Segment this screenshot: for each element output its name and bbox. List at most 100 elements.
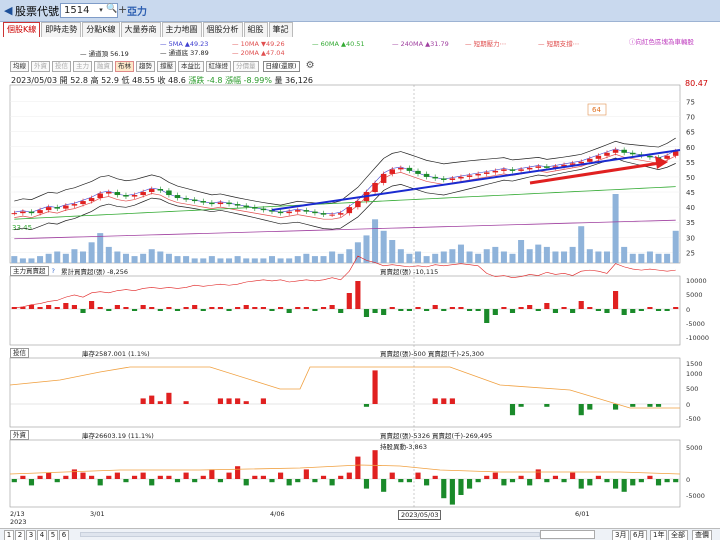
panel-select-main-force[interactable]: 主力買賣超	[10, 265, 49, 276]
main-force-bar	[398, 309, 404, 311]
page-1[interactable]: 1	[4, 530, 14, 540]
volume-bar	[243, 258, 250, 263]
panel-header-foreign: 外資 庫存26603.19 (11.1%) 買賣超(張)-5326 買賣超(千)…	[10, 429, 492, 440]
main-force-bar	[587, 307, 593, 309]
price-tick: 70	[686, 114, 695, 122]
candle-body	[106, 192, 112, 194]
main-force-bar	[570, 309, 576, 313]
main-force-bar	[338, 309, 344, 313]
trust-bar	[578, 404, 584, 416]
candle-body	[63, 205, 69, 209]
volume-bar	[432, 253, 439, 263]
main-force-bar	[527, 305, 533, 309]
scroll-thumb[interactable]	[540, 530, 595, 539]
main-force-bar	[363, 309, 370, 317]
panel1-cum: 累計買賣超(張) -8,256	[60, 267, 129, 276]
volume-bar	[664, 253, 671, 263]
volume-bar	[19, 258, 26, 263]
page-6[interactable]: 6	[59, 530, 69, 540]
candle-body	[449, 178, 456, 180]
foreign-bar	[269, 479, 275, 483]
foreign-bar	[518, 475, 524, 479]
page-3[interactable]: 3	[26, 530, 36, 540]
price-label-left: 33.45	[12, 224, 32, 232]
panel-tick: 5000	[686, 444, 703, 452]
main-force-bar	[252, 307, 258, 309]
foreign-bar	[673, 479, 679, 483]
foreign-bar	[286, 479, 292, 486]
volume-bar	[28, 258, 35, 263]
foreign-bar	[80, 472, 86, 479]
trust-bar	[587, 404, 593, 410]
candle-body	[140, 192, 146, 196]
main-force-bar	[54, 307, 60, 309]
volume-bar	[578, 226, 585, 263]
main-force-bar	[71, 305, 77, 309]
main-force-bar	[655, 309, 662, 311]
candle-body	[28, 211, 35, 214]
foreign-bar	[329, 479, 335, 486]
foreign-bar	[578, 479, 584, 489]
volume-bar	[457, 244, 464, 263]
candle-body	[398, 167, 404, 170]
main-force-bar	[11, 307, 17, 309]
volume-bar	[268, 256, 275, 263]
main-force-bar	[638, 309, 644, 311]
panel-select-foreign[interactable]: 外資	[10, 429, 29, 440]
volume-bar	[569, 246, 576, 263]
foreign-bar	[89, 475, 95, 479]
candle-body	[131, 195, 138, 197]
trust-bar	[630, 404, 636, 407]
main-force-bar	[157, 309, 163, 311]
trust-bar	[217, 398, 224, 404]
foreign-bar	[363, 479, 370, 489]
foreign-bar	[226, 472, 232, 479]
volume-bar	[380, 230, 387, 263]
x-label-0: 2/13	[10, 510, 25, 518]
foreign-bar	[655, 479, 662, 486]
candle-body	[604, 152, 610, 156]
foreign-bar	[509, 479, 516, 483]
candle-body	[535, 166, 542, 168]
foreign-bar	[604, 479, 610, 483]
candle-body	[157, 188, 164, 191]
foreign-bar	[54, 479, 60, 483]
volume-bar	[518, 240, 525, 263]
foreign-bar	[149, 479, 155, 486]
volume-bar	[260, 258, 267, 263]
candle-body	[166, 190, 172, 196]
volume-bar	[543, 246, 550, 263]
panel-select-trust[interactable]: 投信	[10, 347, 29, 358]
range-4[interactable]: 查價	[692, 530, 712, 540]
candle-body	[11, 213, 18, 215]
candle-body	[54, 207, 60, 209]
page-2[interactable]: 2	[15, 530, 25, 540]
help-icon[interactable]: ?	[52, 267, 55, 275]
panel-header-trust: 投信 庫存2587.001 (1.1%) 買賣超(張)-500 買賣超(千)-2…	[10, 347, 484, 358]
range-2[interactable]: 1年	[650, 530, 668, 540]
volume-bar	[397, 249, 404, 263]
range-0[interactable]: 3月	[612, 530, 630, 540]
page-4[interactable]: 4	[37, 530, 47, 540]
candle-body	[612, 149, 619, 153]
panel-tick: 1500	[686, 360, 703, 368]
candle-body	[406, 167, 413, 171]
price-tick: 50	[686, 174, 695, 182]
candle-body	[621, 149, 627, 153]
range-3[interactable]: 全部	[668, 530, 688, 540]
main-force-bar	[192, 305, 198, 309]
scroll-track[interactable]	[80, 532, 540, 537]
trust-bar	[157, 401, 163, 404]
range-1[interactable]: 6月	[630, 530, 648, 540]
volume-bar	[251, 258, 258, 263]
main-force-bar	[235, 307, 241, 309]
candle-body	[432, 176, 438, 179]
main-force-bar	[123, 307, 129, 309]
main-force-bar	[552, 309, 559, 313]
page-5[interactable]: 5	[48, 530, 58, 540]
foreign-bar	[312, 479, 318, 483]
main-force-bar	[415, 307, 421, 309]
volume-bar	[621, 246, 628, 263]
trust-bar	[140, 398, 146, 404]
volume-bar	[80, 251, 87, 263]
